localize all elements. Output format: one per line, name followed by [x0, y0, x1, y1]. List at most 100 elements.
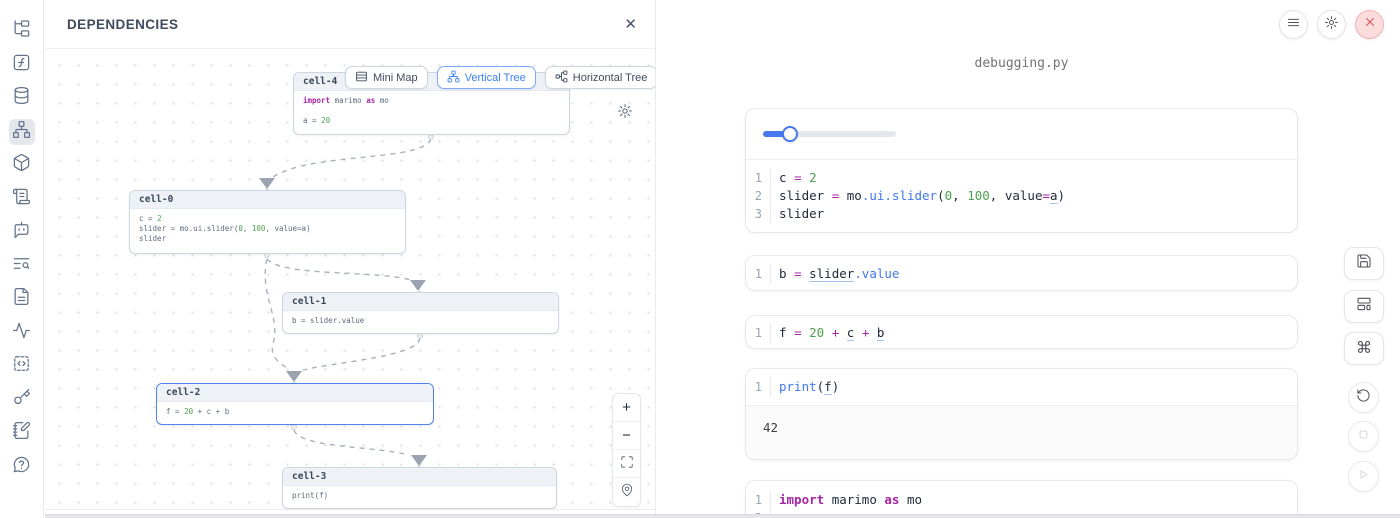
- sidebar-item-logs[interactable]: [9, 186, 35, 212]
- keyboard-shortcuts-button[interactable]: ⌘: [1344, 332, 1384, 365]
- notebook-filename: debugging.py: [745, 56, 1298, 71]
- minimap-icon: [355, 70, 368, 86]
- help-bubble-icon: [12, 455, 31, 479]
- graph-node-cell-3[interactable]: cell-3 print(f): [282, 467, 557, 509]
- save-button[interactable]: [1344, 247, 1384, 280]
- graph-view-toggle: Mini Map Vertical Tree Horizontal Tree: [345, 66, 655, 89]
- line-number: 1: [746, 324, 770, 342]
- dependencies-panel: DEPENDENCIES ✕ cell-4 import marimo as m…: [45, 0, 656, 518]
- sidebar-item-snippets[interactable]: [9, 353, 35, 379]
- sidebar-item-packages[interactable]: [9, 152, 35, 178]
- notebook-cell-import[interactable]: 1import marimo as mo 2: [745, 480, 1298, 518]
- line-number: 1: [746, 378, 770, 396]
- code-line: import marimo as mo: [770, 491, 922, 509]
- folder-tree-icon: [12, 19, 31, 43]
- cell-editor[interactable]: 1c = 2 2slider = mo.ui.slider(0, 100, va…: [746, 160, 1297, 232]
- cell-output-slider: [746, 109, 1297, 160]
- package-icon: [12, 153, 31, 177]
- fit-view-button[interactable]: [613, 450, 640, 478]
- node-code: f = 20 + c + b: [157, 402, 433, 422]
- scroll-icon: [12, 187, 31, 211]
- code-line: slider: [770, 205, 824, 223]
- sidebar-item-datasources[interactable]: [9, 85, 35, 111]
- run-button[interactable]: [1348, 461, 1379, 492]
- sidebar-item-help[interactable]: [9, 454, 35, 480]
- horizontal-tree-icon: [555, 70, 568, 86]
- activity-icon: [12, 321, 31, 345]
- cell-editor[interactable]: 1b = slider.value: [746, 256, 1297, 291]
- text-search-icon: [12, 254, 31, 278]
- horizontal-tree-label: Horizontal Tree: [573, 72, 648, 84]
- code-line: slider = mo.ui.slider(0, 100, value=a): [770, 187, 1065, 205]
- slider-handle[interactable]: [782, 126, 798, 142]
- slider-fill: [763, 131, 790, 137]
- code-line: b = slider.value: [770, 265, 899, 283]
- slider-widget[interactable]: [763, 131, 896, 137]
- notebook-cell-b[interactable]: 1b = slider.value: [745, 255, 1298, 291]
- layout-icon: [1356, 296, 1372, 317]
- play-icon: [1356, 467, 1371, 487]
- sidebar-item-variables[interactable]: [9, 52, 35, 78]
- minimap-view-button[interactable]: Mini Map: [345, 66, 428, 89]
- vertical-tree-view-button[interactable]: Vertical Tree: [437, 66, 536, 89]
- node-title: cell-1: [283, 293, 558, 311]
- sidebar-item-tracing[interactable]: [9, 320, 35, 346]
- graph-node-cell-2-selected[interactable]: cell-2 f = 20 + c + b: [156, 383, 434, 425]
- stop-button[interactable]: [1348, 421, 1379, 452]
- cell-editor[interactable]: 1print(f): [746, 369, 1297, 405]
- locate-node-button[interactable]: [613, 478, 640, 506]
- graph-node-cell-0[interactable]: cell-0 c = 2slider = mo.ui.slider(0, 100…: [129, 190, 406, 254]
- notebook-pen-icon: [12, 421, 31, 445]
- shutdown-button[interactable]: [1355, 10, 1384, 39]
- vertical-tree-icon: [447, 70, 460, 86]
- notebook-menu-button[interactable]: [1279, 10, 1308, 39]
- node-title: cell-3: [283, 468, 556, 486]
- sidebar-item-file-explorer[interactable]: [9, 18, 35, 44]
- menu-icon: [1286, 15, 1301, 35]
- node-code: c = 2slider = mo.ui.slider(0, 100, value…: [130, 209, 405, 249]
- node-code: print(f): [283, 486, 556, 506]
- sidebar-item-scratchpad[interactable]: [9, 420, 35, 446]
- cell-editor[interactable]: 1import marimo as mo 2: [746, 481, 1297, 518]
- notebook-settings-button[interactable]: [1317, 10, 1346, 39]
- notebook-cell-f[interactable]: 1f = 20 + c + b: [745, 315, 1298, 349]
- dependency-graph-canvas[interactable]: cell-4 import marimo as moa = 20 cell-0 …: [45, 49, 655, 510]
- function-square-icon: [12, 53, 31, 77]
- sidebar-item-documentation[interactable]: [9, 286, 35, 312]
- code-line: f = 20 + c + b: [770, 324, 884, 342]
- gear-icon: [617, 106, 633, 123]
- dependencies-panel-header: DEPENDENCIES ✕: [45, 0, 655, 49]
- key-icon: [12, 388, 31, 412]
- cell-editor[interactable]: 1f = 20 + c + b: [746, 316, 1297, 349]
- line-number: 1: [746, 265, 770, 283]
- graph-node-cell-1[interactable]: cell-1 b = slider.value: [282, 292, 559, 334]
- zoom-out-button[interactable]: −: [613, 422, 640, 450]
- notebook-cell-slider[interactable]: 1c = 2 2slider = mo.ui.slider(0, 100, va…: [745, 108, 1298, 233]
- sidebar-item-dependencies[interactable]: [9, 119, 35, 145]
- layout-select-button[interactable]: [1344, 290, 1384, 323]
- close-icon[interactable]: ✕: [624, 17, 637, 32]
- line-number: 1: [746, 491, 770, 509]
- save-icon: [1356, 253, 1372, 274]
- file-text-icon: [12, 287, 31, 311]
- bot-chat-icon: [12, 220, 31, 244]
- horizontal-tree-view-button[interactable]: Horizontal Tree: [545, 66, 655, 89]
- database-icon: [12, 86, 31, 110]
- stop-icon: [1356, 427, 1371, 447]
- code-square-icon: [12, 354, 31, 378]
- node-code: import marimo as moa = 20: [294, 91, 569, 131]
- dependency-graph-icon: [12, 120, 31, 144]
- undo-button[interactable]: [1348, 382, 1379, 413]
- graph-settings-button[interactable]: [617, 103, 633, 124]
- sidebar-item-find[interactable]: [9, 253, 35, 279]
- sidebar-item-secrets[interactable]: [9, 387, 35, 413]
- notebook-cell-print[interactable]: 1print(f) 42: [745, 368, 1298, 460]
- line-number: 1: [746, 169, 770, 187]
- node-title: cell-0: [130, 191, 405, 209]
- node-code: b = slider.value: [283, 311, 558, 331]
- sidebar-item-ai-chat[interactable]: [9, 219, 35, 245]
- vertical-tree-label: Vertical Tree: [465, 72, 526, 84]
- gear-icon: [1324, 15, 1339, 35]
- graph-zoom-controls: + −: [612, 393, 641, 507]
- zoom-in-button[interactable]: +: [613, 394, 640, 422]
